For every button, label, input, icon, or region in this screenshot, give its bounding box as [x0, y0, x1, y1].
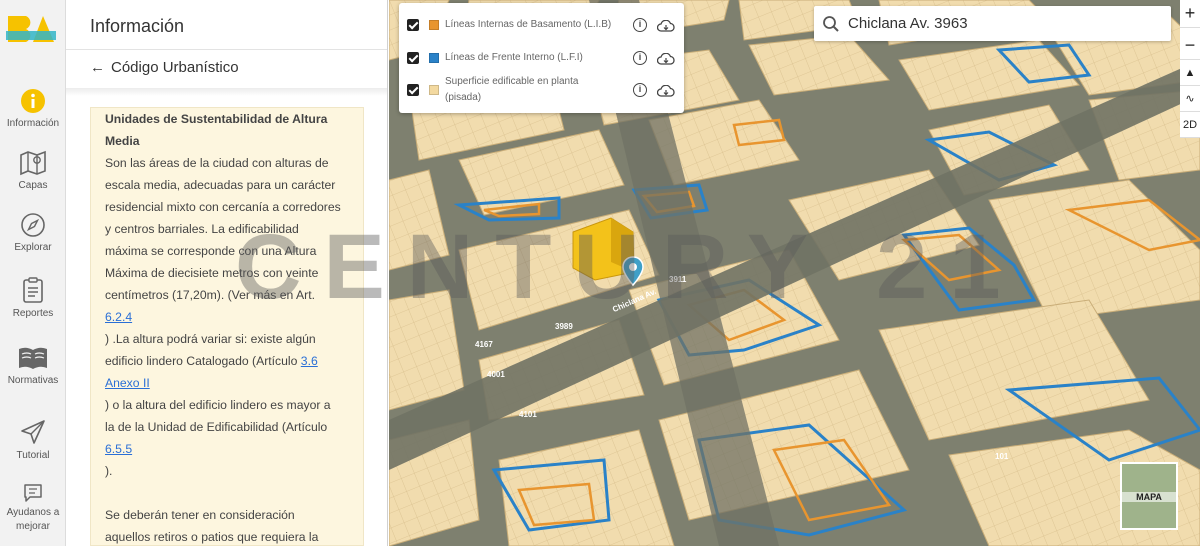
- card-line: ).: [105, 464, 113, 478]
- clipboard-icon: [23, 277, 43, 303]
- north-arrow-button[interactable]: ▲: [1180, 60, 1200, 86]
- layer-swatch: [429, 20, 439, 30]
- card-heading-line1: Unidades de Sustentabilidad de Altura: [105, 112, 328, 126]
- link-article-36[interactable]: 3.6: [301, 354, 318, 368]
- street-number: 101: [995, 452, 1009, 461]
- street-number: 4101: [519, 410, 537, 419]
- zoom-in-button[interactable]: +: [1180, 0, 1200, 28]
- zoom-out-button[interactable]: −: [1180, 32, 1200, 60]
- card-line: Máxima de diecisiete metros con veinte: [105, 266, 319, 280]
- card-line: centímetros (17,20m). (Ver más en Art.: [105, 288, 315, 302]
- basemap-label: MAPA: [1122, 492, 1176, 502]
- rail-item-informacion[interactable]: Información: [0, 88, 66, 130]
- card-line: Son las áreas de la ciudad con alturas d…: [105, 156, 329, 170]
- card-text: Unidades de Sustentabilidad de Altura Me…: [105, 108, 349, 545]
- card-line: edificio lindero Catalogado (Artículo: [105, 354, 301, 368]
- rail-label-line2: mejorar: [16, 521, 50, 532]
- card-line: ) .La altura podrá variar si: existe alg…: [105, 332, 316, 346]
- rail-item-tutorial[interactable]: Tutorial: [0, 418, 66, 462]
- info-icon[interactable]: i: [633, 18, 647, 32]
- card-line: Se deberán tener en consideración: [105, 508, 295, 522]
- card-heading-line2: Media: [105, 134, 140, 148]
- rail-item-reportes[interactable]: Reportes: [0, 276, 66, 320]
- layer-row-lib: Líneas Internas de Basamento (L.I.B) i: [407, 17, 679, 33]
- search-icon[interactable]: [822, 15, 840, 33]
- layer-name: Superficie edificable en planta (pisada): [445, 74, 625, 106]
- basemap-toggle[interactable]: MAPA: [1120, 462, 1178, 530]
- card-line: escala media, adecuadas para un carácter: [105, 178, 336, 192]
- arrow-left-icon: ←: [90, 58, 105, 76]
- map-layers-icon: [20, 150, 46, 176]
- info-icon: [21, 89, 45, 113]
- street-number: 4167: [475, 340, 493, 349]
- card-line: aquellos retiros o patios que requiera l…: [105, 530, 319, 544]
- layer-name-line2: (pisada): [445, 92, 482, 103]
- card-line: ) o la altura del edificio lindero es ma…: [105, 398, 331, 412]
- layer-row-pisada: Superficie edificable en planta (pisada) …: [407, 74, 679, 106]
- left-nav-rail: Información Capas Explorar Reportes Norm…: [0, 0, 66, 546]
- card-line: residencial mixto con cercanía a corredo…: [105, 200, 341, 214]
- rail-label-line1: Ayudanos a: [6, 507, 60, 518]
- rail-label: Información: [6, 118, 60, 129]
- book-icon: [19, 347, 47, 369]
- card-line: máxima se corresponde con una Altura: [105, 244, 317, 258]
- cloud-download-icon[interactable]: [657, 20, 675, 32]
- rail-item-normativas[interactable]: Normativas: [0, 345, 66, 387]
- rail-item-capas[interactable]: Capas: [0, 148, 66, 192]
- layer-swatch: [429, 85, 439, 95]
- info-panel: Información ← Código Urbanístico Unidade…: [66, 0, 388, 546]
- rail-label: Reportes: [12, 308, 54, 319]
- map-controls: + − ▲ ∿ 2D: [1180, 0, 1200, 138]
- search-input[interactable]: [848, 15, 1148, 32]
- cloud-download-icon[interactable]: [657, 85, 675, 97]
- layer-checkbox[interactable]: [407, 52, 419, 64]
- street-number: 3989: [555, 322, 573, 331]
- info-icon[interactable]: i: [633, 83, 647, 97]
- card-line: y centros barriales. La edificabilidad: [105, 222, 299, 236]
- layers-legend: Líneas Internas de Basamento (L.I.B) i L…: [399, 3, 684, 113]
- street-number: 3911: [669, 275, 687, 284]
- rail-label: Normativas: [7, 375, 59, 386]
- compass-icon: [21, 213, 45, 237]
- ba-logo[interactable]: [6, 12, 56, 42]
- feedback-icon: [24, 484, 42, 502]
- panel-title: Información: [90, 16, 185, 36]
- street-number: 4001: [487, 370, 505, 379]
- layer-swatch: [429, 53, 439, 63]
- zoning-info-card: Unidades de Sustentabilidad de Altura Me…: [90, 107, 364, 546]
- location-pin-icon[interactable]: [622, 256, 644, 291]
- layer-checkbox[interactable]: [407, 19, 419, 31]
- address-search: [814, 6, 1171, 41]
- link-article-655[interactable]: 6.5.5: [105, 442, 132, 456]
- elevation-profile-button[interactable]: ∿: [1180, 86, 1200, 112]
- info-icon[interactable]: i: [633, 51, 647, 65]
- link-article-624[interactable]: 6.2.4: [105, 310, 132, 324]
- cloud-download-icon[interactable]: [657, 53, 675, 65]
- divider: [66, 49, 387, 50]
- send-icon: [21, 420, 45, 444]
- divider-shadow: [66, 88, 387, 96]
- layer-name: Líneas de Frente Interno (L.F.I): [445, 52, 583, 63]
- rail-label: Explorar: [14, 242, 52, 253]
- layer-name: Líneas Internas de Basamento (L.I.B): [445, 19, 612, 30]
- rail-item-feedback[interactable]: Ayudanos a mejorar: [0, 482, 66, 533]
- rail-item-explorar[interactable]: Explorar: [0, 212, 66, 254]
- view-2d-button[interactable]: 2D: [1180, 112, 1200, 138]
- back-button[interactable]: ← Código Urbanístico: [90, 56, 239, 78]
- layer-name-line1: Superficie edificable en planta: [445, 76, 579, 87]
- layer-checkbox[interactable]: [407, 84, 419, 96]
- rail-label: Tutorial: [16, 450, 50, 461]
- back-label: Código Urbanístico: [111, 58, 239, 76]
- rail-label: Capas: [18, 180, 48, 191]
- card-line: la de la Unidad de Edificabilidad (Artíc…: [105, 420, 328, 434]
- layer-row-lfi: Líneas de Frente Interno (L.F.I) i: [407, 50, 679, 66]
- link-anexo-ii[interactable]: Anexo II: [105, 376, 150, 390]
